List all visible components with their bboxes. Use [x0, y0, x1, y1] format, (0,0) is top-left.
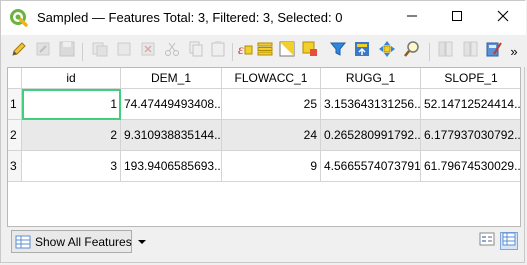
invert-selection-icon	[278, 40, 296, 63]
copy-button[interactable]	[185, 40, 207, 62]
toolbar-separator	[429, 43, 430, 61]
svg-text:ε: ε	[238, 43, 244, 58]
minimize-button[interactable]	[390, 1, 434, 35]
filter-button[interactable]	[327, 40, 349, 62]
column-header-id[interactable]: id	[22, 68, 121, 89]
field-calculator-icon	[485, 40, 503, 63]
table-filter-icon	[15, 234, 31, 250]
delete-field-icon	[461, 40, 479, 63]
move-selection-to-top-button[interactable]	[351, 40, 373, 62]
column-header-slope[interactable]: SLOPE_1	[421, 68, 520, 89]
invert-selection-button[interactable]	[276, 40, 298, 62]
delete-feature-button[interactable]	[137, 40, 159, 62]
multi-edit-icon	[34, 40, 52, 63]
close-button[interactable]	[481, 1, 525, 35]
column-header-rugg[interactable]: RUGG_1	[321, 68, 421, 89]
pan-to-selected-button[interactable]	[376, 40, 398, 62]
add-feature-button[interactable]	[113, 40, 135, 62]
paste-button[interactable]	[207, 40, 229, 62]
delete-field-button[interactable]	[459, 40, 481, 62]
zoom-to-selected-button[interactable]	[401, 40, 423, 62]
toolbar-separator	[82, 43, 83, 61]
toolbar-separator	[232, 43, 233, 61]
maximize-button[interactable]	[435, 1, 479, 35]
table-cell[interactable]: 9.310938835144...	[121, 120, 222, 151]
select-all-icon	[256, 40, 274, 63]
table-cell[interactable]: 25	[222, 89, 321, 120]
table-cell[interactable]: 52.14712524414...	[421, 89, 520, 120]
field-calculator-button[interactable]	[483, 40, 505, 62]
zoom-to-selected-icon	[403, 40, 421, 63]
table-cell[interactable]: 9	[222, 151, 321, 182]
save-edits-icon	[58, 40, 76, 63]
toolbar-overflow-button[interactable]: »	[507, 40, 521, 62]
attribute-table-window: Sampled — Features Total: 3, Filtered: 3…	[0, 0, 526, 263]
row-header[interactable]: 2	[8, 120, 22, 151]
deselect-all-button[interactable]	[299, 40, 321, 62]
table-cell[interactable]: 3	[22, 151, 121, 182]
new-field-icon	[436, 40, 454, 63]
toggle-editing-button[interactable]	[8, 40, 30, 62]
show-all-features-dropdown[interactable]: Show All Features	[11, 230, 146, 253]
column-header-dem[interactable]: DEM_1	[121, 68, 222, 89]
table-cell[interactable]: 61.79674530029...	[421, 151, 520, 182]
reload-icon	[91, 40, 109, 63]
filter-mode-label: Show All Features	[35, 234, 132, 249]
table-cell[interactable]: 0.265280991792...	[321, 120, 421, 151]
qgis-logo-icon	[10, 9, 28, 27]
copy-icon	[187, 40, 205, 63]
new-field-button[interactable]	[434, 40, 456, 62]
select-by-expression-button[interactable]: ε	[234, 40, 256, 62]
table-view-button[interactable]	[500, 232, 518, 250]
window-title: Sampled — Features Total: 3, Filtered: 3…	[37, 10, 343, 25]
table-cell[interactable]: 2	[22, 120, 121, 151]
row-header[interactable]: 1	[8, 89, 22, 120]
table-cell[interactable]: 6.177937030792...	[421, 120, 520, 151]
column-header-flowacc[interactable]: FLOWACC_1	[222, 68, 321, 89]
paste-icon	[209, 40, 227, 63]
table-cell[interactable]: 4.56655740737915	[321, 151, 421, 182]
delete-feature-icon	[139, 40, 157, 63]
table-corner-button[interactable]	[8, 68, 22, 89]
move-selection-top-icon	[353, 40, 371, 63]
table-cell[interactable]: 74.47449493408...	[121, 89, 222, 120]
select-all-button[interactable]	[254, 40, 276, 62]
save-edits-button[interactable]	[56, 40, 78, 62]
row-header[interactable]: 3	[8, 151, 22, 182]
form-view-button[interactable]	[478, 232, 496, 250]
pan-to-selected-icon	[378, 40, 396, 63]
cut-button[interactable]	[161, 40, 183, 62]
reload-button[interactable]	[89, 40, 111, 62]
attribute-table: id DEM_1 FLOWACC_1 RUGG_1 SLOPE_1 1 1 74…	[7, 67, 521, 227]
edit-pencil-icon	[10, 40, 28, 63]
minimize-icon	[406, 9, 418, 27]
filter-icon	[329, 40, 347, 63]
table-cell[interactable]: 1	[22, 89, 121, 120]
add-feature-icon	[115, 40, 133, 63]
chevron-down-icon	[137, 239, 146, 245]
table-cell[interactable]: 3.153643131256...	[321, 89, 421, 120]
cut-icon	[163, 40, 181, 63]
expression-select-icon: ε	[236, 40, 254, 63]
attribute-toolbar: ε »	[1, 35, 526, 67]
close-icon	[497, 9, 509, 27]
deselect-all-icon	[301, 40, 319, 63]
multi-edit-button[interactable]	[32, 40, 54, 62]
table-cell[interactable]: 24	[222, 120, 321, 151]
table-cell[interactable]: 193.9406585693...	[121, 151, 222, 182]
table-view-icon	[502, 232, 516, 251]
form-view-icon	[479, 231, 495, 252]
title-bar[interactable]: Sampled — Features Total: 3, Filtered: 3…	[1, 1, 526, 35]
maximize-icon	[451, 9, 463, 27]
